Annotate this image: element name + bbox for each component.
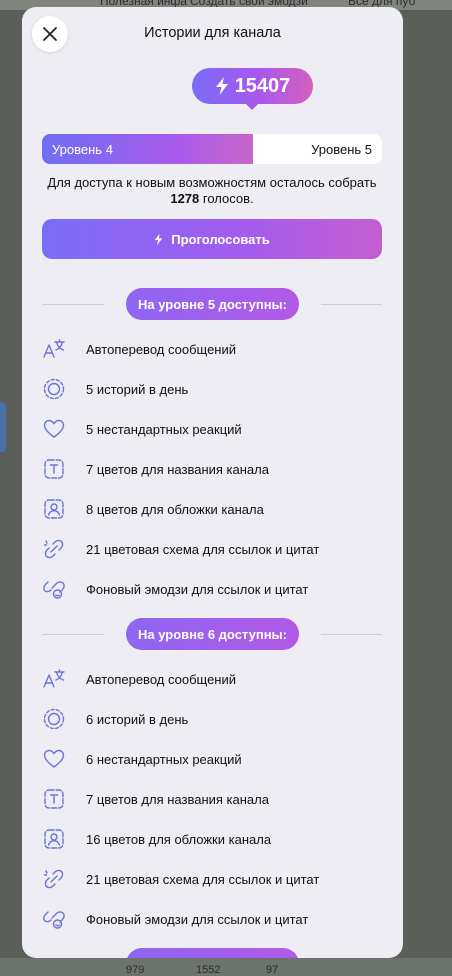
section-heading-pill: На уровне 5 доступны: <box>126 288 299 320</box>
section-heading-pill: На уровне 6 доступны: <box>126 618 299 650</box>
feature-item: 21 цветовая схема для ссылок и цитат <box>42 859 382 899</box>
lightning-icon <box>154 233 163 245</box>
feature-label: 16 цветов для обложки канала <box>86 831 272 847</box>
cover-color-icon <box>42 827 66 851</box>
feature-label: 7 цветов для названия канала <box>86 791 269 807</box>
info-count: 1278 <box>170 191 200 206</box>
next-level-label: Уровень 5 <box>311 142 372 157</box>
section-heading-label: На уровне 5 доступны: <box>137 296 287 312</box>
background-reactions-bar: 979 1552 97 <box>0 958 452 976</box>
feature-item: 8 цветов для обложки канала <box>42 489 382 529</box>
boost-modal: Истории для канала 15407 Уровень 4 Урове… <box>22 7 403 958</box>
feature-item: 21 цветовая схема для ссылок и цитат <box>42 529 382 569</box>
votes-badge-tail <box>244 102 260 110</box>
votes-badge: 15407 <box>192 68 313 104</box>
divider-line <box>42 304 104 305</box>
lightning-icon <box>215 77 228 95</box>
feature-label: 5 нестандартных реакций <box>86 421 242 437</box>
section-heading: На уровне 6 доступны: <box>42 618 382 650</box>
stories-icon <box>42 377 66 401</box>
feature-item: Фоновый эмодзи для ссылок и цитат <box>42 899 382 939</box>
divider-line <box>321 304 382 305</box>
feature-label: 7 цветов для названия канала <box>86 461 269 477</box>
heart-icon <box>42 417 66 441</box>
translate-icon <box>42 667 66 691</box>
modal-title: Истории для канала <box>144 25 281 41</box>
current-level-label: Уровень 4 <box>52 142 113 157</box>
feature-item: Автоперевод сообщений <box>42 659 382 699</box>
link-color-icon <box>42 537 66 561</box>
votes-remaining-text: Для доступа к новым возможностям осталос… <box>42 175 382 207</box>
cover-color-icon <box>42 497 66 521</box>
feature-item: Фоновый эмодзи для ссылок и цитат <box>42 569 382 609</box>
feature-label: 21 цветовая схема для ссылок и цитат <box>86 541 320 557</box>
feature-item: 7 цветов для названия канала <box>42 779 382 819</box>
background-side-tab <box>0 402 6 452</box>
votes-count: 15407 <box>234 74 291 97</box>
stories-icon <box>42 707 66 731</box>
link-color-icon <box>42 867 66 891</box>
vote-button[interactable]: Проголосовать <box>42 219 382 259</box>
divider-line <box>42 634 104 635</box>
feature-item: Автоперевод сообщений <box>42 329 382 369</box>
feature-label: Автоперевод сообщений <box>86 341 236 357</box>
translate-icon <box>42 337 66 361</box>
background-count: 979 <box>126 964 145 976</box>
vote-button-label: Проголосовать <box>171 231 270 247</box>
feature-label: 5 историй в день <box>86 381 189 397</box>
feature-item: 16 цветов для обложки канала <box>42 819 382 859</box>
feature-label: 21 цветовая схема для ссылок и цитат <box>86 871 320 887</box>
info-suffix: голосов. <box>202 191 254 206</box>
name-color-icon <box>42 457 66 481</box>
section-heading: На уровне 5 доступны: <box>42 288 382 320</box>
feature-label: Автоперевод сообщений <box>86 671 236 687</box>
divider-line <box>321 634 382 635</box>
level-progress-bar: Уровень 4 Уровень 5 <box>42 134 382 164</box>
feature-item: 6 историй в день <box>42 699 382 739</box>
background-count: 1552 <box>196 964 221 976</box>
info-prefix: Для доступа к новым возможностям осталос… <box>47 175 377 190</box>
feature-item: 7 цветов для названия канала <box>42 449 382 489</box>
feature-label: Фоновый эмодзи для ссылок и цитат <box>86 911 309 927</box>
heart-icon <box>42 747 66 771</box>
feature-item: 6 нестандартных реакций <box>42 739 382 779</box>
feature-item: 5 историй в день <box>42 369 382 409</box>
section-heading-label: На уровне 6 доступны: <box>137 626 287 642</box>
emoji-background-icon <box>42 907 66 931</box>
feature-label: 8 цветов для обложки канала <box>86 501 264 517</box>
feature-item: 5 нестандартных реакций <box>42 409 382 449</box>
feature-label: 6 историй в день <box>86 711 189 727</box>
emoji-background-icon <box>42 577 66 601</box>
feature-label: Фоновый эмодзи для ссылок и цитат <box>86 581 309 597</box>
feature-label: 6 нестандартных реакций <box>86 751 242 767</box>
name-color-icon <box>42 787 66 811</box>
background-count: 97 <box>266 964 279 976</box>
section-heading-pill-partial <box>126 948 299 958</box>
